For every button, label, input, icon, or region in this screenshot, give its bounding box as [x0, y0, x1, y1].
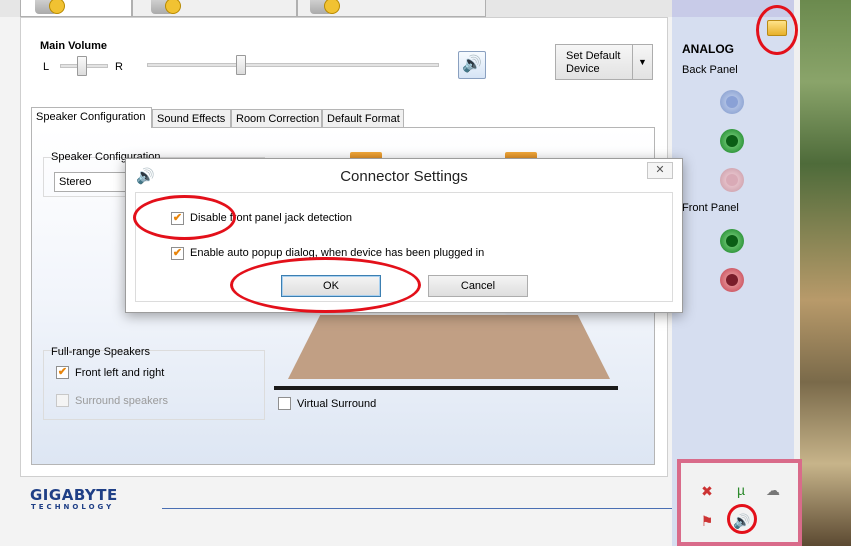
action-center-flag-icon[interactable]: ⚑ [699, 513, 715, 529]
back-panel-label: Back Panel [682, 64, 738, 76]
gigabyte-logo: GIGABYTE [30, 486, 118, 504]
front-left-right-label: Front left and right [75, 367, 165, 379]
virtual-surround-checkbox[interactable] [278, 397, 291, 410]
volume-slider-track[interactable] [147, 63, 439, 67]
disable-front-panel-jack-checkbox[interactable]: ✔ [171, 212, 184, 225]
folder-icon[interactable] [767, 20, 787, 36]
tab-default-format[interactable]: Default Format [322, 109, 404, 128]
speaker-configuration-select[interactable]: Stereo [54, 172, 134, 192]
connector-settings-dialog: 🔊 Connector Settings ✕ ✔ Disable front p… [125, 158, 683, 313]
dialog-title: Connector Settings [340, 168, 468, 185]
divider [162, 508, 672, 509]
virtual-surround-label: Virtual Surround [297, 398, 377, 410]
set-default-device-button[interactable]: Set Default Device ▼ [555, 44, 653, 80]
room-floor-edge [274, 386, 618, 390]
analog-panel-header [672, 0, 794, 17]
front-jack-mic-red[interactable] [720, 268, 744, 292]
full-range-speakers-group [43, 350, 265, 420]
dialog-titlebar: 🔊 Connector Settings ✕ [126, 159, 682, 191]
cancel-button[interactable]: Cancel [428, 275, 528, 297]
tab-line-in[interactable] [297, 0, 486, 17]
disable-front-panel-jack-label: Disable front panel jack detection [190, 212, 353, 224]
tab-microphone[interactable] [132, 0, 297, 17]
line-in-device-icon [310, 0, 340, 14]
utorrent-icon[interactable]: µ [733, 482, 749, 498]
surround-speakers-checkbox[interactable] [56, 394, 69, 407]
volume-slider-thumb[interactable] [236, 55, 246, 75]
auto-popup-label: Enable auto popup dialog, when device ha… [190, 247, 485, 259]
main-volume-title: Main Volume [40, 40, 108, 52]
jack-line-in-blue[interactable] [720, 90, 744, 114]
microphone-device-icon [151, 0, 181, 14]
gigabyte-logo-sub: TECHNOLOGY [31, 503, 115, 511]
desktop-wallpaper [800, 0, 851, 546]
speaker-volume-icon[interactable]: 🔊 [733, 513, 750, 529]
dialog-body: ✔ Disable front panel jack detection ✔ E… [135, 192, 673, 302]
device-tabs [0, 0, 672, 17]
dropdown-arrow-icon[interactable]: ▼ [632, 45, 652, 79]
analog-title: ANALOG [682, 42, 734, 56]
set-default-label: Set Default Device [566, 50, 621, 75]
network-warning-icon[interactable]: ✖ [699, 483, 715, 499]
front-panel-label: Front Panel [682, 202, 739, 214]
balance-left-label: L [43, 61, 50, 73]
system-tray: ✖ µ ☁ ⚑ 🔊 [677, 459, 802, 546]
speaker-device-icon [35, 0, 65, 14]
jack-mic-pink[interactable] [720, 168, 744, 192]
jack-line-out-green[interactable] [720, 129, 744, 153]
cloud-warning-icon[interactable]: ☁ [765, 482, 781, 498]
ok-button[interactable]: OK [281, 275, 381, 297]
room-floor [288, 315, 610, 379]
balance-right-label: R [115, 61, 123, 73]
tab-sound-effects[interactable]: Sound Effects [152, 109, 231, 128]
mute-button[interactable]: 🔊 [458, 51, 486, 79]
auto-popup-checkbox[interactable]: ✔ [171, 247, 184, 260]
speaker-volume-icon: 🔊 [462, 56, 482, 73]
tab-room-correction[interactable]: Room Correction [231, 109, 322, 128]
front-jack-headphone-green[interactable] [720, 229, 744, 253]
tab-speaker-configuration[interactable]: Speaker Configuration [31, 107, 152, 128]
tab-speakers[interactable] [20, 0, 132, 17]
full-range-speakers-title: Full-range Speakers [51, 346, 151, 358]
front-left-right-checkbox[interactable]: ✔ [56, 366, 69, 379]
balance-slider-thumb[interactable] [77, 56, 87, 76]
close-button[interactable]: ✕ [647, 162, 673, 179]
surround-speakers-label: Surround speakers [75, 395, 168, 407]
